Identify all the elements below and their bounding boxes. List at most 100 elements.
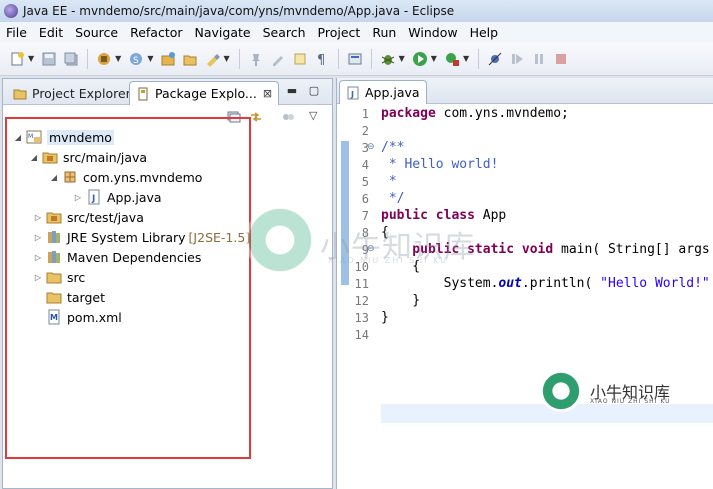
java-editor: J App.java 1 2 3 ⊖ 4 5 6 7 8 9 ⊖ 10 11 1…: [336, 78, 713, 489]
window-title: Java EE - mvndemo/src/main/java/com/yns/…: [23, 4, 455, 18]
menu-refactor[interactable]: Refactor: [124, 25, 188, 40]
keyword: public class: [381, 208, 475, 223]
svg-text:J: J: [350, 90, 354, 99]
new-web-service-icon[interactable]: S: [128, 51, 144, 67]
maximize-icon[interactable]: ▢: [308, 85, 320, 97]
string-literal: "Hello World!": [600, 276, 710, 291]
line-number: 12: [354, 294, 369, 308]
tab-project-explorer[interactable]: Project Explorer: [7, 81, 137, 105]
code-text: .println(: [521, 276, 601, 291]
tab-package-explorer[interactable]: Package Explo... ⊠: [129, 81, 280, 105]
editor-tab-strip: J App.java: [337, 78, 713, 104]
watermark-logo: [245, 205, 315, 275]
ws-dropdown-icon[interactable]: ▼: [147, 54, 153, 63]
toolbar-separator-3: [337, 48, 339, 69]
tab-label: Package Explo...: [155, 86, 257, 101]
save-all-icon[interactable]: [63, 51, 79, 67]
main-toolbar: ▼ ▼ S ▼ ▼ ¶ ▼ ▼ ▼: [0, 42, 713, 76]
debug-dropdown-icon[interactable]: ▼: [399, 54, 405, 63]
eclipse-icon: [4, 4, 18, 18]
minimize-icon[interactable]: ▬: [286, 85, 298, 97]
new-java-project-icon[interactable]: [160, 51, 176, 67]
menu-window[interactable]: Window: [402, 25, 463, 40]
link-with-editor-icon[interactable]: [249, 110, 263, 127]
highlight-box: [5, 117, 251, 459]
line-number: 13: [354, 311, 369, 325]
run-dropdown-icon[interactable]: ▼: [431, 54, 437, 63]
menu-help[interactable]: Help: [464, 25, 505, 40]
open-folder-icon[interactable]: [182, 51, 198, 67]
package-explorer-icon: [136, 87, 150, 101]
code-text: com.yns.mvndemo;: [435, 106, 569, 121]
fold-collapse-icon[interactable]: ⊖: [367, 142, 375, 152]
java-file-icon: J: [346, 86, 360, 100]
server-dropdown-icon[interactable]: ▼: [115, 54, 121, 63]
new-icon[interactable]: [9, 51, 25, 67]
menu-run[interactable]: Run: [366, 25, 402, 40]
menu-source[interactable]: Source: [69, 25, 124, 40]
code-text: App: [474, 208, 507, 223]
code-line-5[interactable]: *: [381, 174, 397, 189]
static-field: out: [498, 276, 522, 291]
line-number: 14: [354, 328, 369, 342]
line-number: 7: [361, 209, 369, 223]
terminate-icon[interactable]: [553, 51, 569, 67]
watermark-subtext-small: XIAO NIU ZHI SHI KU: [590, 398, 671, 405]
line-number: 3: [361, 141, 369, 155]
toolbar-separator: [87, 48, 89, 69]
focus-icon[interactable]: [281, 110, 295, 127]
console-icon[interactable]: [347, 51, 363, 67]
project-explorer-icon: [13, 86, 27, 100]
menu-edit[interactable]: Edit: [33, 25, 69, 40]
save-icon[interactable]: [41, 51, 57, 67]
line-number: 4: [361, 158, 369, 172]
code-text: System.: [381, 276, 499, 291]
menu-bar: File Edit Source Refactor Navigate Searc…: [0, 22, 713, 42]
menu-search[interactable]: Search: [257, 25, 312, 40]
paragraph-icon[interactable]: ¶: [314, 51, 330, 67]
code-line-12[interactable]: }: [381, 293, 420, 308]
suspend-icon[interactable]: [531, 51, 547, 67]
code-line-6[interactable]: */: [381, 191, 405, 206]
toolbar-separator-2: [238, 48, 240, 69]
svg-text:¶: ¶: [317, 53, 325, 67]
close-tab-icon[interactable]: ⊠: [263, 87, 272, 100]
line-number: 5: [361, 175, 369, 189]
resume-icon[interactable]: [509, 51, 525, 67]
line-number: 1: [361, 107, 369, 121]
watermark-subtext: XIAO NIU ZHI SHI KU: [328, 256, 449, 265]
brush-icon[interactable]: [204, 51, 221, 67]
menu-navigate[interactable]: Navigate: [189, 25, 257, 40]
view-menu-icon[interactable]: ▽: [309, 109, 317, 122]
code-line-13[interactable]: }: [381, 310, 389, 325]
menu-file[interactable]: File: [0, 25, 33, 40]
new-dropdown-icon[interactable]: ▼: [28, 54, 34, 63]
line-number: 2: [361, 124, 369, 138]
tab-label: App.java: [365, 85, 420, 100]
debug-icon[interactable]: [380, 51, 396, 67]
line-number: 6: [361, 192, 369, 206]
code-line-11[interactable]: System.out.println( "Hello World!": [381, 276, 710, 291]
external-tools-icon[interactable]: [444, 51, 460, 67]
code-line-4[interactable]: * Hello world!: [381, 157, 499, 172]
toolbar-separator-4: [370, 48, 372, 69]
tab-app-java[interactable]: J App.java: [339, 80, 427, 104]
skip-breakpoints-icon[interactable]: [487, 51, 503, 67]
new-server-icon[interactable]: [96, 51, 112, 67]
pin-icon[interactable]: [248, 51, 264, 67]
watermark-logo-small: [540, 370, 582, 412]
code-line-7[interactable]: public class App: [381, 208, 506, 223]
run-icon[interactable]: [412, 51, 428, 67]
external-dropdown-icon[interactable]: ▼: [463, 54, 469, 63]
keyword: package: [381, 106, 436, 121]
code-line-3[interactable]: /**: [381, 140, 404, 155]
highlight-icon[interactable]: [292, 51, 308, 67]
title-bar: Java EE - mvndemo/src/main/java/com/yns/…: [0, 0, 713, 22]
brush-dropdown-icon[interactable]: ▼: [223, 54, 229, 63]
menu-project[interactable]: Project: [312, 25, 367, 40]
svg-text:S: S: [133, 56, 139, 66]
code-text: main( String[] args: [553, 242, 710, 257]
code-line-1[interactable]: package com.yns.mvndemo;: [381, 106, 569, 121]
pen-icon[interactable]: [270, 51, 286, 67]
line-number: 11: [354, 277, 369, 291]
